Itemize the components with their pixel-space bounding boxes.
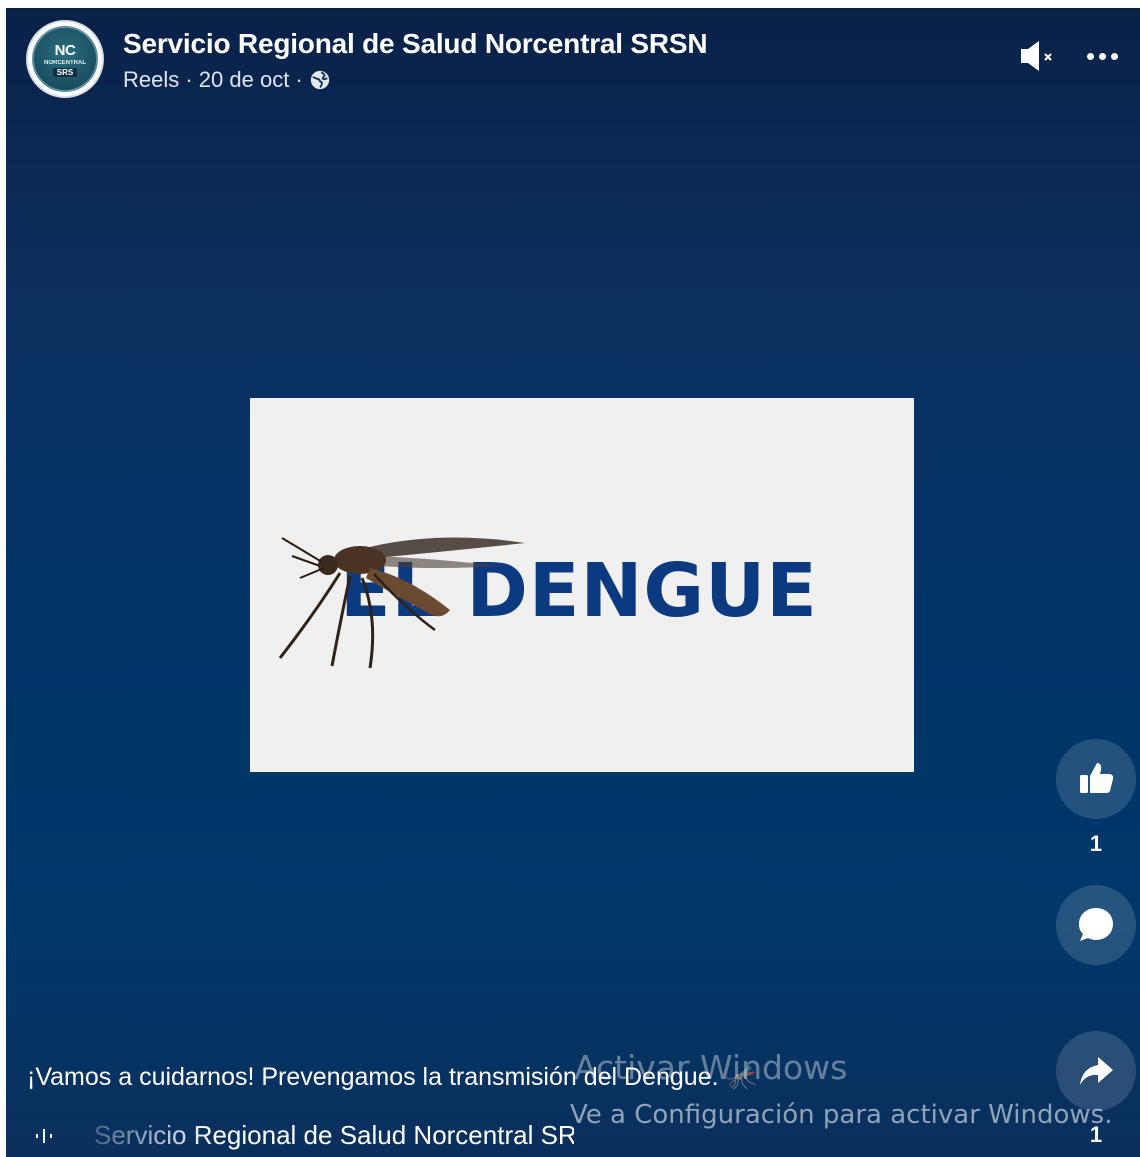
- mosquito-image: [278, 537, 525, 669]
- like-button[interactable]: [1056, 739, 1136, 819]
- logo-badge-text: SRS: [52, 67, 78, 77]
- logo-sub-text: NORCENTRAL: [44, 59, 86, 66]
- globe-icon[interactable]: [309, 69, 331, 91]
- audio-wave-icon: [36, 1128, 52, 1143]
- share-arrow-icon: [1080, 1057, 1113, 1085]
- logo-main-text: NC: [54, 41, 76, 59]
- more-dot: [1110, 52, 1118, 60]
- reel-viewer: NC NORCENTRAL SRS Servicio Regional de S…: [6, 8, 1140, 1157]
- video-frame[interactable]: EL DENGUE: [250, 398, 914, 772]
- page-avatar[interactable]: NC NORCENTRAL SRS: [26, 20, 104, 98]
- more-dot: [1086, 52, 1094, 60]
- post-meta: Reels · 20 de oct ·: [123, 67, 331, 93]
- post-meta-text: Reels · 20 de oct ·: [123, 67, 303, 92]
- more-options-button[interactable]: [1080, 38, 1124, 74]
- comment-button[interactable]: [1056, 885, 1136, 965]
- share-button[interactable]: [1056, 1031, 1136, 1111]
- page-name-link[interactable]: Servicio Regional de Salud Norcentral SR…: [123, 28, 708, 60]
- audio-attribution-text[interactable]: Servicio Regional de Salud Norcentral SR…: [94, 1120, 574, 1151]
- audio-row[interactable]: Servicio Regional de Salud Norcentral SR…: [34, 1120, 574, 1151]
- like-count: 1: [1089, 831, 1103, 856]
- speaker-muted-icon[interactable]: [1015, 38, 1059, 74]
- comment-bubble-icon: [1079, 908, 1113, 941]
- thumbs-up-icon: [1080, 763, 1114, 793]
- page-logo: NC NORCENTRAL SRS: [32, 26, 98, 92]
- windows-watermark-subtitle: Ve a Configuración para activar Windows.: [570, 1100, 1113, 1130]
- more-dot: [1098, 52, 1106, 60]
- windows-watermark-title: Activar Windows: [574, 1048, 848, 1087]
